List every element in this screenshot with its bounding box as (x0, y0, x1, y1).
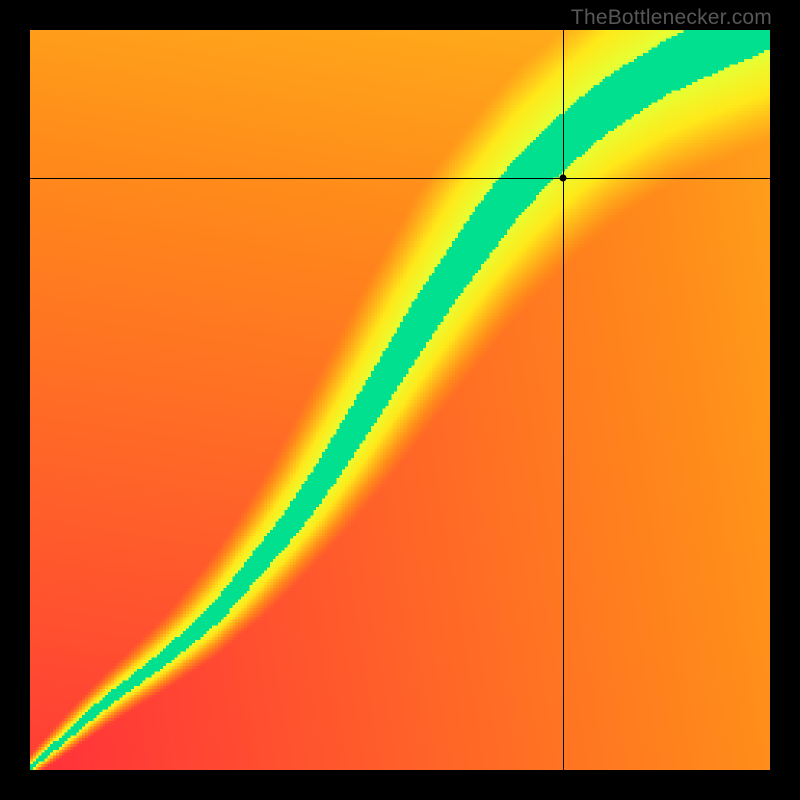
chart-container: TheBottlenecker.com (0, 0, 800, 800)
bottleneck-heatmap (30, 30, 770, 770)
watermark-text: TheBottlenecker.com (571, 6, 772, 30)
plot-area (30, 30, 770, 770)
crosshair-horizontal-line (30, 178, 770, 179)
crosshair-vertical-line (563, 30, 564, 770)
crosshair-point (559, 175, 566, 182)
